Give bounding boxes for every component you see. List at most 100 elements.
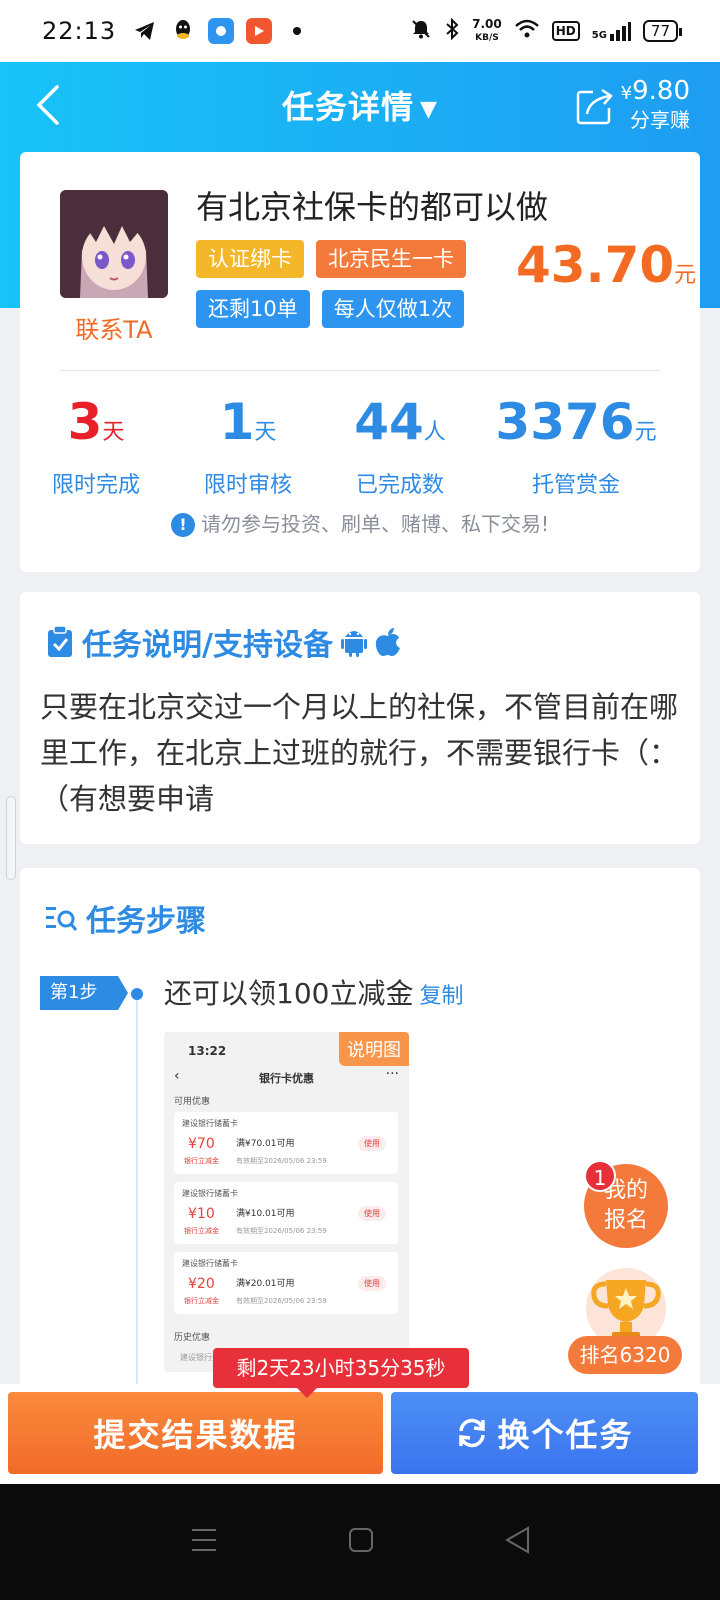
coupon-use-button: 使用 bbox=[358, 1276, 386, 1291]
status-time: 22:13 bbox=[42, 17, 117, 45]
back-triangle-icon bbox=[504, 1526, 529, 1554]
description-title: 任务说明/支持设备 bbox=[82, 628, 333, 663]
stat-number: 44 bbox=[354, 393, 424, 451]
avatar[interactable] bbox=[60, 190, 168, 298]
submit-results-button[interactable]: 提交结果数据 bbox=[8, 1392, 383, 1474]
system-nav-bar bbox=[0, 1484, 720, 1600]
refresh-icon bbox=[459, 1418, 486, 1448]
screenshot-history-label: 历史优惠 bbox=[174, 1333, 211, 1343]
step-text: 还可以领100立减金 复制 bbox=[164, 972, 463, 1012]
wifi-icon bbox=[514, 19, 540, 43]
rank-badge[interactable]: 排名6320 bbox=[568, 1336, 682, 1374]
signup-line2: 报名 bbox=[603, 1208, 648, 1233]
coupon-expiry: 有效期至2026/05/06 23:59 bbox=[236, 1227, 327, 1235]
anime-avatar-image bbox=[60, 190, 168, 298]
share-yen: ¥ bbox=[620, 83, 633, 104]
coupon-card: 建设银行储蓄卡 ¥70 银行立减金 满¥70.01可用 有效期至2026/05/… bbox=[174, 1112, 398, 1174]
reward-amount: 43.70 bbox=[516, 236, 675, 294]
stat-unit: 人 bbox=[423, 420, 446, 445]
description-heading: 任务说明/支持设备 bbox=[46, 620, 401, 664]
home-nav-button[interactable] bbox=[348, 1527, 374, 1557]
coupon-card: 建设银行储蓄卡 ¥20 银行立减金 满¥20.01可用 有效期至2026/05/… bbox=[174, 1252, 398, 1314]
coupon-type: 银行立减金 bbox=[184, 1297, 219, 1305]
step-screenshot[interactable]: 13:22 说明图 ‹ 银行卡优惠 ··· 可用优惠 建设银行储蓄卡 ¥70 银… bbox=[164, 1032, 409, 1372]
menu-nav-button[interactable] bbox=[190, 1527, 218, 1557]
reward-unit: 元 bbox=[674, 263, 697, 288]
tag-beijing-card: 北京民生一卡 bbox=[316, 240, 466, 278]
screenshot-badge: 说明图 bbox=[339, 1032, 409, 1066]
stat-number: 3 bbox=[67, 393, 103, 451]
qq-icon bbox=[170, 18, 196, 44]
share-icon bbox=[576, 88, 613, 124]
steps-heading: 任务步骤 bbox=[46, 896, 206, 940]
share-earn-button[interactable]: ¥9.80 分享赚 bbox=[575, 78, 690, 133]
apple-icon bbox=[375, 628, 400, 656]
coupon-amount: ¥10 bbox=[188, 1206, 215, 1222]
stat-label: 限时完成 bbox=[51, 473, 140, 498]
description-text: 只要在北京交过一个月以上的社保，不管目前在哪里工作，在北京上过班的就行，不需要银… bbox=[40, 690, 679, 816]
list-search-icon bbox=[46, 907, 78, 931]
share-label: 分享赚 bbox=[630, 108, 690, 132]
stat-review-limit: 1天 限时审核 bbox=[172, 392, 324, 499]
stat-number: 3376 bbox=[495, 393, 635, 451]
task-summary-card: 联系TA 有北京社保卡的都可以做 认证绑卡 北京民生一卡 还剩10单 每人仅做1… bbox=[20, 152, 700, 572]
divider bbox=[60, 370, 660, 371]
change-task-label: 换个任务 bbox=[497, 1416, 634, 1454]
back-nav-button[interactable] bbox=[504, 1526, 530, 1558]
signup-count-badge: 1 bbox=[584, 1160, 616, 1192]
task-title: 有北京社保卡的都可以做 bbox=[196, 188, 549, 226]
tag-verify-card: 认证绑卡 bbox=[196, 240, 304, 278]
signal-type: 5G bbox=[591, 30, 607, 41]
share-amount: ¥9.80 bbox=[621, 78, 690, 107]
page-title-text: 任务详情 bbox=[282, 88, 415, 126]
network-speed-value: 7.00 bbox=[472, 17, 502, 31]
mute-icon bbox=[410, 18, 432, 44]
side-drawer-handle[interactable] bbox=[6, 796, 16, 880]
stat-time-limit: 3天 限时完成 bbox=[20, 392, 172, 499]
stat-completed-count: 44人 已完成数 bbox=[324, 392, 476, 499]
contact-link[interactable]: 联系TA bbox=[50, 310, 178, 345]
task-stats: 3天 限时完成 1天 限时审核 44人 已完成数 3376元 托管赏金 bbox=[20, 392, 700, 499]
android-icon bbox=[340, 631, 367, 657]
stat-unit: 天 bbox=[254, 420, 277, 445]
tag-remaining-orders: 还剩10单 bbox=[196, 290, 310, 328]
stat-number: 1 bbox=[219, 393, 255, 451]
coupon-type: 银行立减金 bbox=[184, 1227, 219, 1235]
task-reward: 43.70元 bbox=[516, 236, 696, 294]
coupon-amount: ¥70 bbox=[188, 1136, 215, 1152]
step-badge: 第1步 bbox=[40, 976, 128, 1010]
telegram-icon bbox=[132, 18, 158, 44]
stat-value: 1天 bbox=[172, 392, 324, 463]
step-instruction: 还可以领100立减金 bbox=[164, 977, 414, 1010]
coupon-condition: 满¥20.01可用 bbox=[236, 1279, 295, 1289]
copy-button[interactable]: 复制 bbox=[419, 984, 463, 1009]
stat-label: 限时审核 bbox=[203, 473, 292, 498]
app-blue-icon bbox=[208, 18, 235, 44]
countdown-timer: 剩2天23小时35分35秒 bbox=[213, 1348, 469, 1398]
clipboard-check-icon bbox=[48, 625, 72, 657]
safety-warning: ! 请勿参与投资、刷单、赌博、私下交易! bbox=[20, 508, 700, 537]
steps-title: 任务步骤 bbox=[86, 904, 206, 939]
coupon-condition: 满¥70.01可用 bbox=[236, 1139, 295, 1149]
coupon-use-button: 使用 bbox=[358, 1206, 386, 1221]
stat-value: 44人 bbox=[324, 392, 476, 463]
status-bar: 22:13 7.00 KB/S HD 5G 77 bbox=[0, 0, 720, 62]
warning-text: 请勿参与投资、刷单、赌博、私下交易! bbox=[200, 512, 550, 536]
notification-icons bbox=[132, 18, 310, 44]
screenshot-available-label: 可用优惠 bbox=[174, 1097, 211, 1107]
stat-unit: 天 bbox=[102, 420, 125, 445]
change-task-button[interactable]: 换个任务 bbox=[391, 1392, 698, 1474]
stat-unit: 元 bbox=[634, 420, 657, 445]
back-button[interactable] bbox=[28, 82, 68, 128]
share-text: ¥9.80 分享赚 bbox=[621, 78, 690, 133]
stat-value: 3376元 bbox=[476, 392, 676, 463]
coupon-condition: 满¥10.01可用 bbox=[236, 1209, 295, 1219]
coupon-bank: 建设银行储蓄卡 bbox=[182, 1259, 238, 1268]
coupon-use-button: 使用 bbox=[358, 1136, 386, 1151]
timeline-line bbox=[136, 992, 138, 1424]
screenshot-header: 银行卡优惠 bbox=[259, 1072, 314, 1085]
network-speed-unit: KB/S bbox=[475, 33, 499, 43]
back-arrow-icon bbox=[36, 85, 59, 125]
dropdown-caret-icon: ▼ bbox=[420, 96, 438, 122]
hd-badge: HD bbox=[551, 21, 580, 41]
